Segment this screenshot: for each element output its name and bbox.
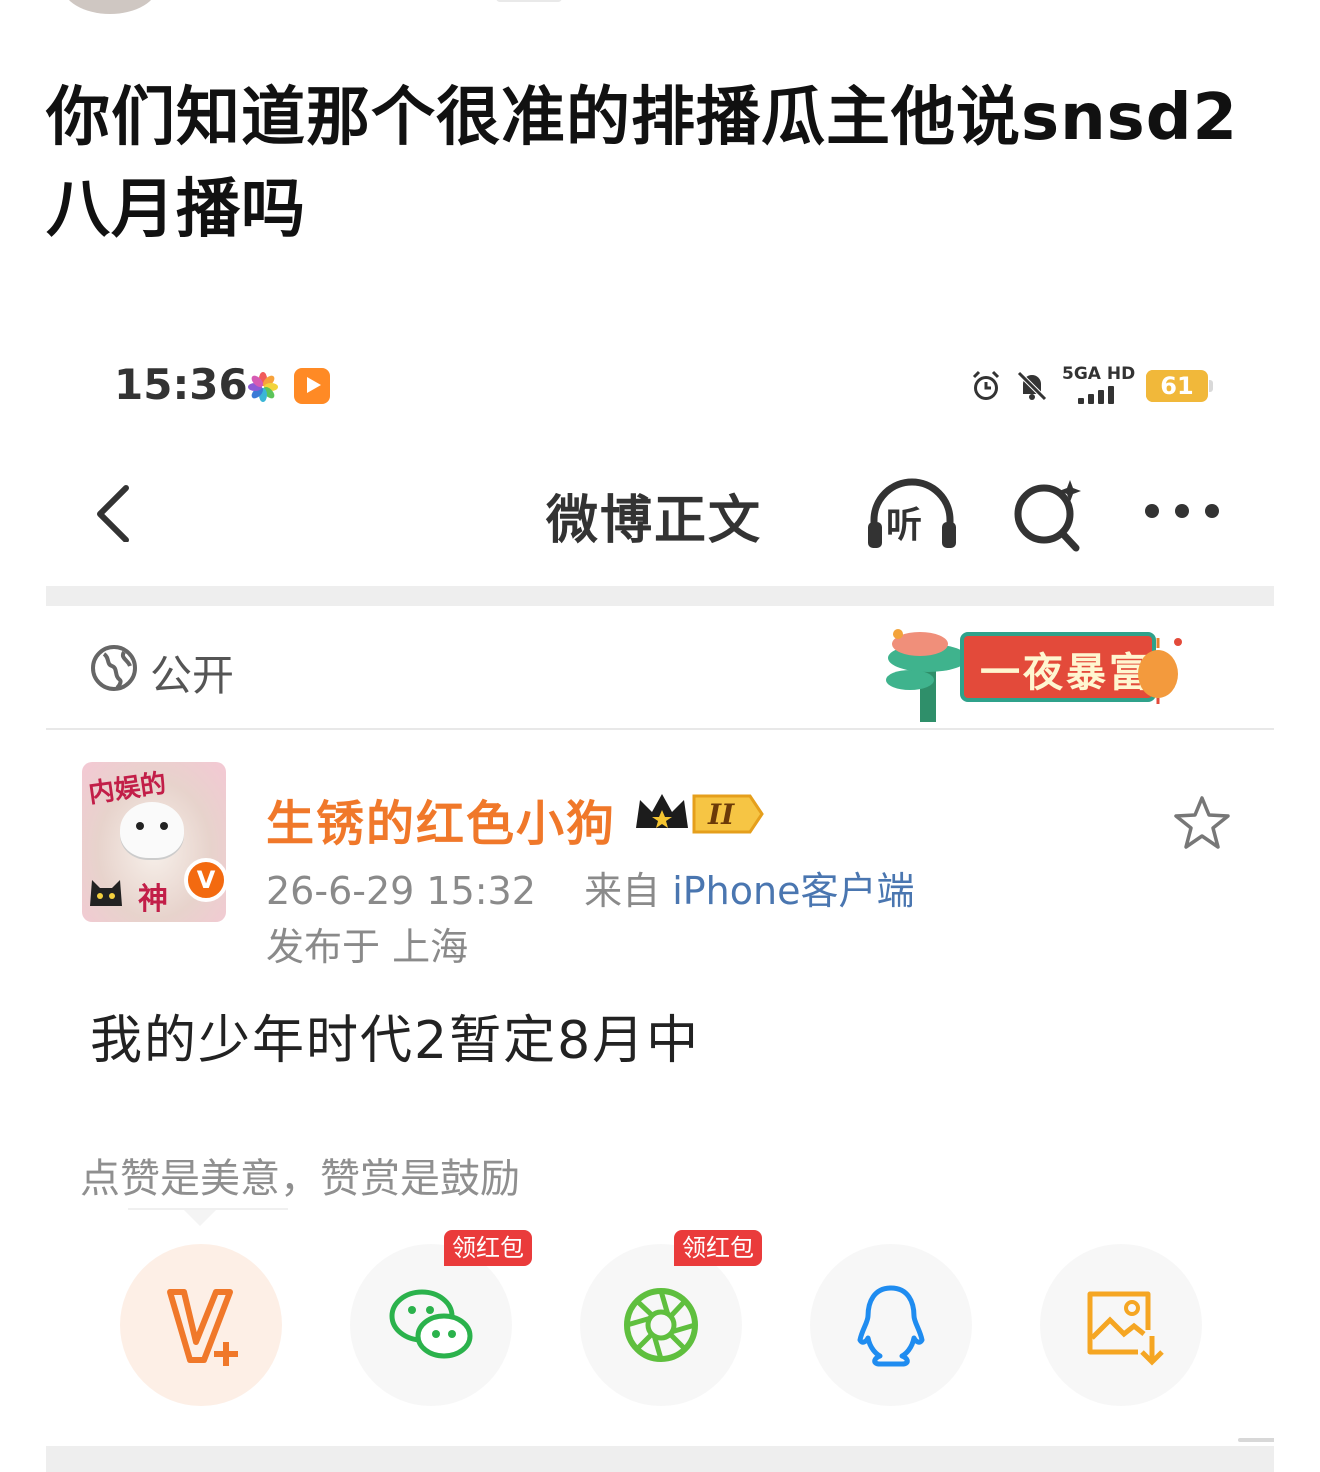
lantern-icon bbox=[1138, 638, 1182, 704]
status-indicators: 5GA HD 61 bbox=[968, 364, 1213, 408]
scroll-indicator bbox=[1238, 1438, 1274, 1442]
favorite-star-icon[interactable] bbox=[1172, 794, 1232, 852]
vplus-button[interactable] bbox=[120, 1244, 282, 1406]
photos-app-icon bbox=[248, 372, 278, 402]
network-indicator: 5GA HD bbox=[1060, 364, 1135, 408]
globe-icon bbox=[91, 645, 137, 691]
reward-hint: 点赞是美意，赞赏是鼓励 bbox=[80, 1156, 520, 1202]
post-source[interactable]: iPhone客户端 bbox=[672, 869, 914, 913]
post-content: 我的少年时代2暂定8月中 bbox=[90, 1011, 701, 1071]
vplus-icon bbox=[167, 1289, 238, 1366]
moments-red-packet-tag: 领红包 bbox=[674, 1230, 762, 1266]
qq-share-button[interactable] bbox=[810, 1244, 972, 1406]
nav-bar: 微博正文 听 bbox=[46, 464, 1274, 586]
banner-text: 一夜暴富 bbox=[980, 649, 1152, 696]
share-row: 领红包 领红包 bbox=[46, 1230, 1274, 1410]
cat-icon bbox=[90, 880, 122, 906]
username[interactable]: 生锈的红色小狗 bbox=[266, 784, 616, 854]
promo-banner[interactable]: 一夜暴富 bbox=[880, 616, 1186, 724]
source-prefix: 来自 bbox=[584, 869, 661, 913]
moments-aperture-icon bbox=[624, 1288, 698, 1362]
save-image-button[interactable] bbox=[1040, 1244, 1202, 1406]
listen-label: 听 bbox=[886, 505, 923, 546]
battery-icon: 61 bbox=[1146, 370, 1213, 402]
visibility-label: 公开 bbox=[150, 651, 235, 700]
bottom-divider bbox=[46, 1446, 1274, 1472]
page-title: 微博正文 bbox=[546, 491, 763, 551]
avatar-caption-bottom: 神 bbox=[138, 882, 168, 917]
qq-penguin-icon bbox=[857, 1285, 925, 1367]
hint-pointer bbox=[184, 1210, 216, 1226]
previous-username bbox=[496, 0, 562, 2]
post-location: 发布于 上海 bbox=[266, 925, 469, 969]
save-image-icon bbox=[1087, 1291, 1164, 1366]
wechat-icon bbox=[389, 1289, 473, 1359]
verified-badge: V bbox=[184, 858, 228, 902]
author-header: 内娱的 神 V 生锈的红色小狗 II 26-6-29 15:32 来自 iPho bbox=[46, 732, 1274, 972]
post-timestamp: 26-6-29 15:32 bbox=[266, 869, 536, 913]
level-badge: II bbox=[692, 794, 764, 834]
battery-percent: 61 bbox=[1160, 372, 1194, 400]
wechat-share-button[interactable]: 领红包 bbox=[350, 1230, 532, 1406]
section-divider bbox=[46, 586, 1274, 606]
search-icon[interactable] bbox=[1008, 474, 1088, 554]
more-icon[interactable] bbox=[1140, 494, 1226, 528]
mute-bell-icon bbox=[1017, 371, 1047, 401]
status-bar: 15:36 5GA HD 61 bbox=[46, 314, 1274, 464]
video-app-icon bbox=[294, 368, 330, 404]
post-title: 你们知道那个很准的排播瓜主他说snsd2八月播吗 bbox=[46, 81, 1239, 247]
crown-icon bbox=[636, 794, 688, 828]
level-text: II bbox=[708, 798, 735, 831]
alarm-icon bbox=[972, 370, 1000, 400]
status-time: 15:36 bbox=[114, 360, 248, 409]
visibility-row: 公开 一夜暴富 bbox=[46, 606, 1274, 730]
wechat-red-packet-tag: 领红包 bbox=[444, 1230, 532, 1266]
signal-icon bbox=[1078, 386, 1114, 404]
listen-button[interactable]: 听 bbox=[864, 476, 960, 556]
moments-share-button[interactable]: 领红包 bbox=[580, 1230, 762, 1406]
embedded-screenshot: 15:36 5GA HD 61 微博正文 听 公开 一夜暴富 内娱的 神 V 生… bbox=[46, 314, 1274, 1472]
previous-avatar bbox=[62, 0, 158, 14]
post-meta: 26-6-29 15:32 来自 iPhone客户端 bbox=[266, 860, 914, 915]
network-type: 5GA HD bbox=[1062, 364, 1136, 384]
back-arrow-icon[interactable] bbox=[86, 482, 146, 542]
ferret-face bbox=[120, 802, 184, 858]
